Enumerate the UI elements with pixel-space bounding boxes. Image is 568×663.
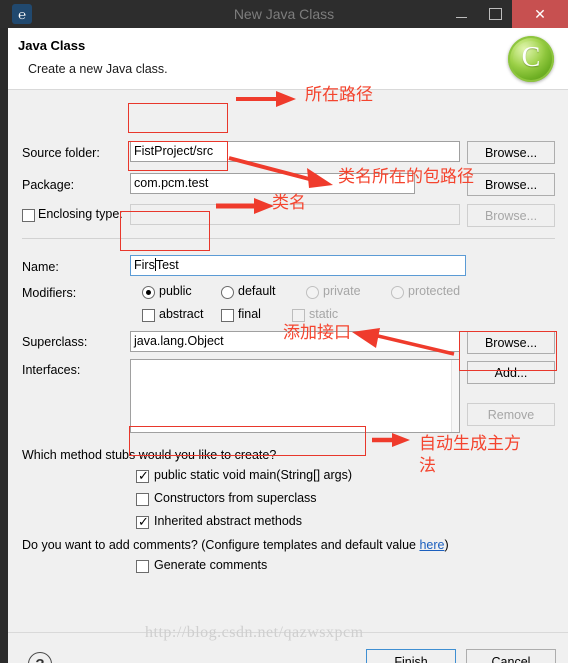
annotation-package-path: 类名所在的包路径 [338, 167, 474, 187]
name-label: Name: [22, 260, 59, 274]
new-java-class-dialog: ℮ New Java Class ✕ Java Class Create a n… [0, 0, 568, 663]
help-button[interactable]: ? [28, 652, 52, 663]
close-button[interactable]: ✕ [512, 0, 568, 28]
comments-question: Do you want to add comments? (Configure … [22, 538, 449, 552]
modifier-label-abstract: abstract [159, 307, 204, 321]
source-folder-input[interactable]: FistProject/src [130, 141, 460, 162]
enclosing-type-checkbox[interactable] [22, 209, 35, 222]
modifier-label-default: default [238, 284, 276, 298]
dialog-header: Java Class Create a new Java class. C [8, 28, 568, 90]
maximize-button[interactable] [478, 0, 512, 28]
dialog-body: Java Class Create a new Java class. C So… [8, 28, 568, 663]
interfaces-add-button[interactable]: Add... [467, 361, 555, 384]
source-folder-browse-button[interactable]: Browse... [467, 141, 555, 164]
check-mark-icon: ✓ [138, 514, 149, 529]
annotation-add-interface: 添加接口 [283, 323, 351, 343]
modifier-checkbox-abstract[interactable] [142, 309, 155, 322]
cancel-button[interactable]: Cancel [466, 649, 556, 663]
modifier-label-public: public [159, 284, 192, 298]
modifier-checkbox-static [292, 309, 305, 322]
comments-question-suffix: ) [444, 538, 449, 552]
stub-checkbox-main[interactable]: ✓ [136, 468, 149, 483]
generate-comments-checkbox[interactable] [136, 560, 149, 573]
watermark: http://blog.csdn.net/qazwsxpcm [145, 624, 364, 641]
generate-comments-label: Generate comments [154, 558, 268, 572]
modifier-radio-public[interactable] [142, 286, 155, 299]
interfaces-listbox[interactable] [130, 359, 460, 433]
dialog-content: Source folder: FistProject/src Browse...… [8, 90, 568, 625]
title-bar: ℮ New Java Class ✕ [0, 0, 568, 28]
logo-inner: C [513, 41, 549, 77]
page-subtitle: Create a new Java class. [28, 62, 168, 76]
comments-question-prefix: Do you want to add comments? (Configure … [22, 538, 420, 552]
stub-label-inherited: Inherited abstract methods [154, 514, 302, 528]
stub-label-main: public static void main(String[] args) [154, 468, 352, 482]
finish-button[interactable]: Finish [366, 649, 456, 663]
interfaces-label: Interfaces: [22, 363, 81, 377]
radio-dot [146, 290, 151, 295]
modifier-label-static: static [309, 307, 339, 321]
source-folder-label: Source folder: [22, 146, 100, 160]
annotation-source-folder: 所在路径 [305, 85, 373, 105]
stub-checkbox-constructors[interactable] [136, 493, 149, 506]
package-browse-button[interactable]: Browse... [467, 173, 555, 196]
modifier-checkbox-final[interactable] [221, 309, 234, 322]
name-value-before-caret: Firs [134, 258, 155, 272]
superclass-browse-button[interactable]: Browse... [467, 331, 555, 354]
modifier-label-private: private [323, 284, 361, 298]
annotation-class-name: 类名 [272, 193, 306, 213]
modifier-label-protected: protected [408, 284, 461, 298]
modifier-radio-protected [391, 286, 404, 299]
configure-templates-link[interactable]: here [419, 538, 444, 552]
interfaces-remove-button: Remove [467, 403, 555, 426]
modifier-radio-default[interactable] [221, 286, 234, 299]
modifiers-label: Modifiers: [22, 286, 77, 300]
superclass-label: Superclass: [22, 335, 88, 349]
name-value-after-caret: Test [155, 258, 179, 272]
method-stubs-question: Which method stubs would you like to cre… [22, 448, 277, 462]
logo-letter: C [521, 42, 541, 73]
check-mark-icon: ✓ [138, 468, 149, 483]
stub-label-constructors: Constructors from superclass [154, 491, 317, 505]
interfaces-scrollbar[interactable] [451, 360, 459, 432]
green-c-logo-icon: C [508, 36, 554, 82]
page-title: Java Class [18, 38, 86, 53]
minimize-button[interactable] [444, 0, 478, 28]
package-label: Package: [22, 178, 75, 192]
modifier-radio-private [306, 286, 319, 299]
section-divider [22, 238, 555, 239]
enclosing-type-browse-button: Browse... [467, 204, 555, 227]
stub-checkbox-inherited[interactable]: ✓ [136, 514, 149, 529]
modifier-label-final: final [238, 307, 261, 321]
name-input[interactable]: FirsTest [130, 255, 466, 276]
annotation-main-method: 自动生成主方 法 [419, 434, 521, 476]
enclosing-type-label: Enclosing type: [38, 207, 123, 221]
